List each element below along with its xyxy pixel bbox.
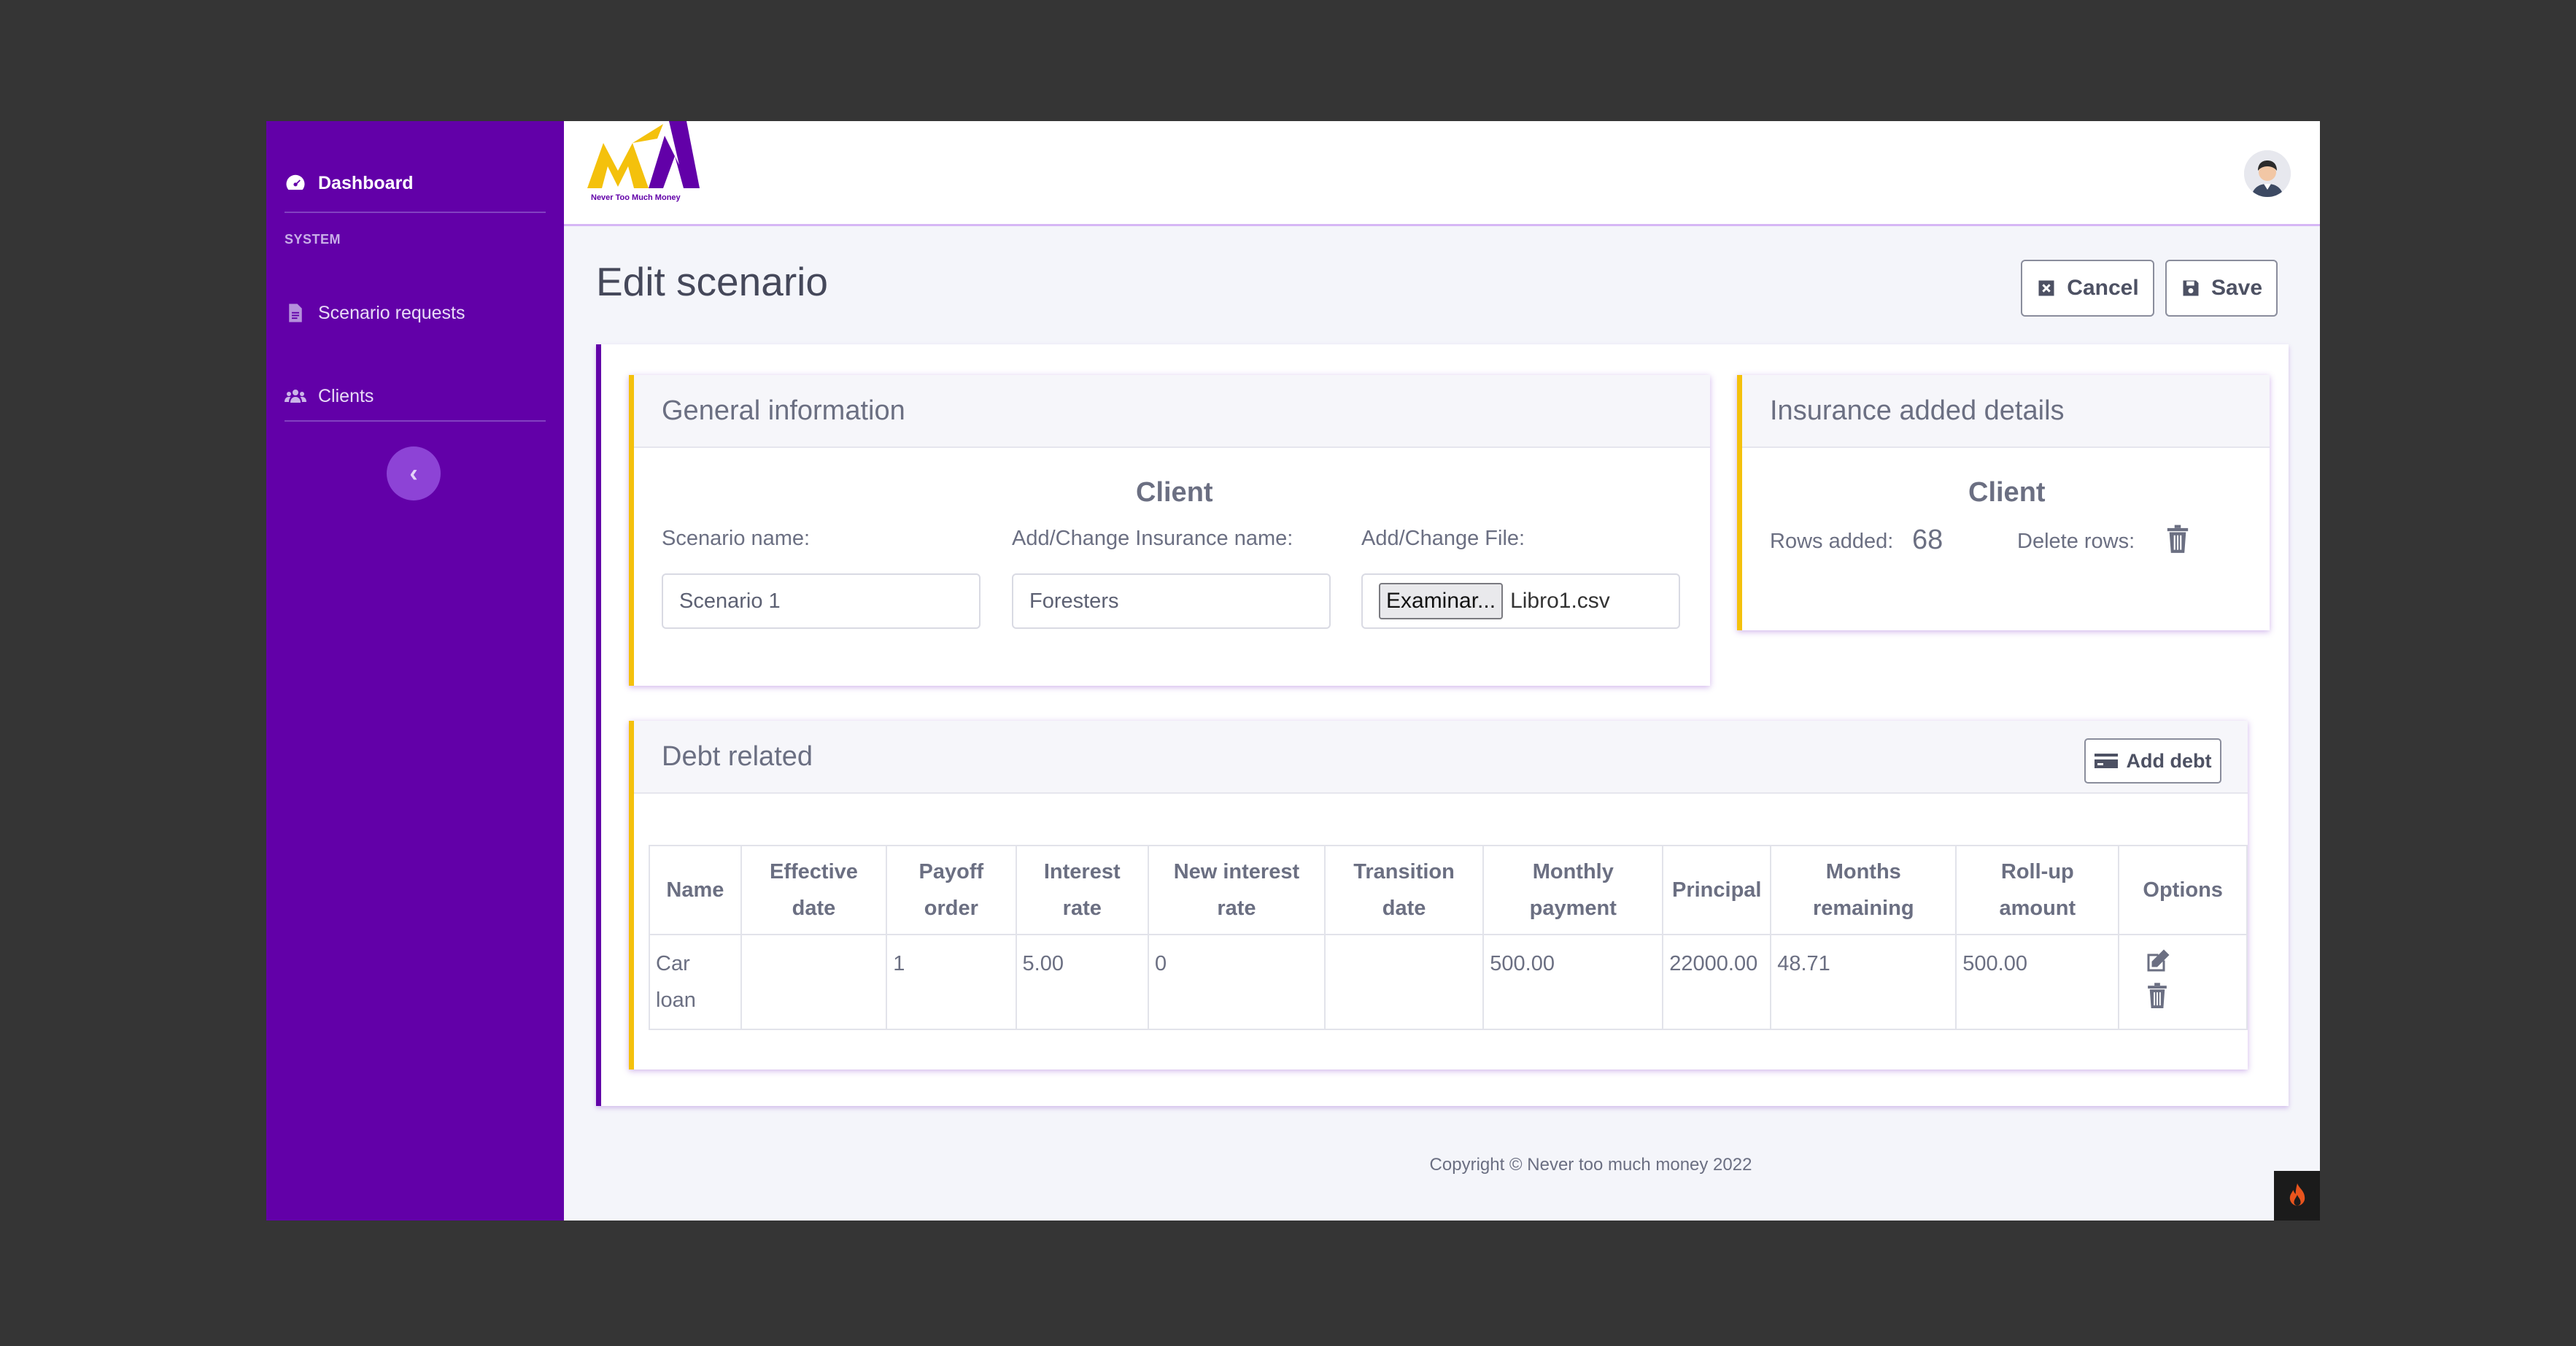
card-title: Insurance added details [1742,375,2270,448]
browse-file-button[interactable]: Examinar... [1379,583,1504,619]
table-cell: 22000.00 [1662,934,1772,1030]
insurance-details-card: Insurance added details Client Rows adde… [1737,375,2270,630]
save-button[interactable]: Save [2165,260,2278,317]
column-header: Transition date [1323,845,1485,935]
sidebar-item-label: Dashboard [318,172,414,193]
flame-icon [2289,1183,2305,1206]
sidebar-item-label: Scenario requests [318,302,465,323]
table-cell: 48.71 [1770,934,1957,1030]
insurance-name-value: Foresters [1029,589,1119,613]
table-cell: 500.00 [1955,934,2120,1030]
column-header: Payoff order [886,845,1017,935]
table-row: Car loan 1 5.00 0 500.00 22000.00 48.71 … [649,934,2248,1030]
table-cell: Car loan [649,934,742,1030]
column-header: Roll-up amount [1955,845,2120,935]
dashboard-icon [286,174,305,190]
table-cell: 500.00 [1482,934,1664,1030]
column-header: Principal [1662,845,1772,935]
table-cell: 0 [1147,934,1326,1030]
sidebar: Dashboard SYSTEM Scenario requests Clien… [266,121,564,1221]
column-header: New interest rate [1147,845,1326,935]
column-header: Months remaining [1770,845,1957,935]
table-cell: 1 [886,934,1017,1030]
table-cell [740,934,888,1030]
sidebar-divider [285,212,546,213]
debt-table: Name Effective date Payoff order Interes… [649,845,2248,1030]
client-heading: Client [1968,477,2046,508]
avatar-icon [2244,150,2291,197]
file-name: Libro1.csv [1510,589,1610,613]
table-cell: 5.00 [1015,934,1149,1030]
column-header: Effective date [740,845,888,935]
insurance-name-label: Add/Change Insurance name: [1012,527,1293,550]
sidebar-item-clients[interactable]: Clients [285,378,374,414]
file-input[interactable]: Examinar... Libro1.csv [1361,573,1680,629]
save-label: Save [2211,276,2263,300]
top-bar: Never Too Much Money [564,121,2320,226]
table-cell [1323,934,1485,1030]
page-title: Edit scenario [596,259,828,304]
debt-related-card: Debt related Add debt Name Effective dat… [629,721,2248,1070]
table-header-row: Name Effective date Payoff order Interes… [649,845,2248,935]
column-header: Interest rate [1015,845,1149,935]
trash-icon[interactable] [2165,524,2190,553]
trash-icon[interactable] [2144,982,2170,1008]
card-title: General information [634,375,1710,448]
client-heading: Client [1136,477,1213,508]
edit-icon[interactable] [2144,948,2170,975]
sidebar-item-label: Clients [318,385,374,406]
options-cell [2118,934,2248,1030]
insurance-name-input[interactable]: Foresters [1012,573,1331,629]
file-label: Add/Change File: [1361,527,1525,550]
sidebar-divider [285,420,546,422]
sidebar-collapse-button[interactable]: ‹ [387,446,441,500]
chevron-left-icon: ‹ [409,459,418,487]
column-header: Options [2118,845,2248,935]
cancel-label: Cancel [2067,276,2139,300]
delete-rows-label: Delete rows: [2017,530,2135,553]
floppy-disk-icon [2183,280,2199,296]
close-square-icon [2038,280,2054,296]
general-information-card: General information Client Scenario name… [629,375,1710,686]
add-debt-button[interactable]: Add debt [2084,738,2221,784]
add-debt-label: Add debt [2126,749,2212,772]
logo-text: Never Too Much Money [591,193,681,202]
column-header: Name [649,845,742,935]
users-icon [285,390,306,403]
debug-toolbar-button[interactable] [2274,1171,2320,1221]
card-title: Debt related [634,721,2248,794]
file-icon [289,303,302,322]
sidebar-item-scenario-requests[interactable]: Scenario requests [285,295,465,331]
scenario-name-value: Scenario 1 [679,589,781,613]
user-avatar[interactable] [2244,150,2291,197]
cancel-button[interactable]: Cancel [2021,260,2154,317]
sidebar-section-label: SYSTEM [285,232,341,247]
scenario-name-input[interactable]: Scenario 1 [662,573,980,629]
logo[interactable] [587,121,700,205]
rows-added-label: Rows added: [1770,530,1894,553]
rows-added-value: 68 [1912,525,1943,555]
column-header: Monthly payment [1482,845,1664,935]
scenario-name-label: Scenario name: [662,527,811,550]
sidebar-item-dashboard[interactable]: Dashboard [285,165,414,201]
credit-card-icon [2094,754,2118,768]
